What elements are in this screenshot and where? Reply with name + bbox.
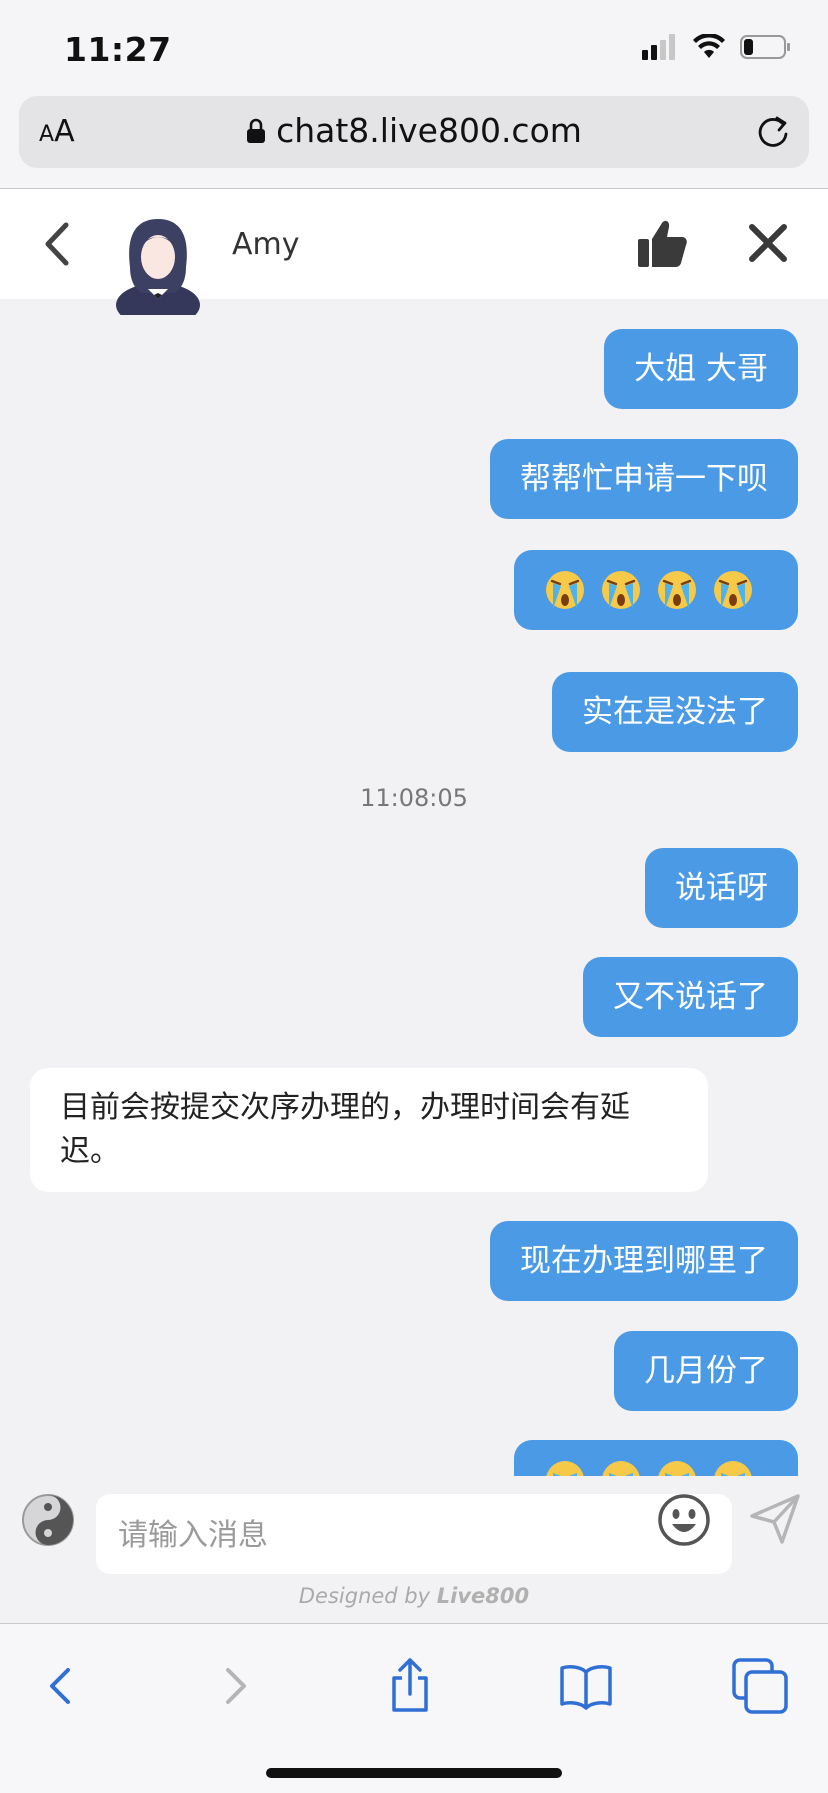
emoji-picker-icon[interactable]: [656, 1492, 712, 1548]
status-bar: 11:27: [0, 0, 828, 95]
message-bubble-user: 大姐 大哥: [604, 329, 798, 409]
browser-toolbar: [0, 1623, 828, 1793]
crying-face-icon: [714, 1461, 752, 1476]
browser-address-area: AA chat8.live800.com: [0, 88, 828, 189]
message-bubble-user: 几月份了: [614, 1331, 798, 1411]
crying-face-icon: [546, 571, 584, 609]
cellular-signal-icon: [642, 34, 675, 60]
send-icon[interactable]: [748, 1492, 802, 1546]
crying-face-icon: [714, 571, 752, 609]
message-bubble-user: [514, 550, 798, 630]
reload-icon[interactable]: [753, 112, 793, 152]
message-bubble-user: 帮帮忙申请一下呗: [490, 439, 798, 519]
crying-face-icon: [602, 571, 640, 609]
message-input[interactable]: [116, 1506, 640, 1564]
crying-face-icon: [602, 1461, 640, 1476]
crying-face-icon: [546, 1461, 584, 1476]
message-composer: Designed by Live800: [0, 1476, 828, 1622]
address-bar[interactable]: AA chat8.live800.com: [19, 96, 809, 168]
status-time: 11:27: [64, 30, 172, 69]
status-icons: [642, 34, 792, 60]
url-display[interactable]: chat8.live800.com: [19, 111, 809, 150]
url-text: chat8.live800.com: [276, 111, 582, 150]
message-bubble-user: 实在是没法了: [552, 672, 798, 752]
tabs-icon[interactable]: [728, 1654, 792, 1718]
chat-message-list[interactable]: 大姐 大哥 帮帮忙申请一下呗 实在是没法了 11:08:05 说话呀 又不说话了…: [0, 300, 828, 1476]
theme-toggle-icon[interactable]: [20, 1492, 76, 1548]
message-bubble-user: [514, 1440, 798, 1476]
message-bubble-user: 说话呀: [645, 848, 798, 928]
message-bubble-user: 现在办理到哪里了: [490, 1221, 798, 1301]
message-bubble-agent: 目前会按提交次序办理的，办理时间会有延迟。: [30, 1068, 708, 1192]
crying-face-icon: [658, 1461, 696, 1476]
share-icon[interactable]: [378, 1654, 442, 1718]
thumbs-up-icon[interactable]: [636, 219, 688, 269]
close-icon[interactable]: [744, 219, 792, 267]
battery-icon: [740, 35, 790, 59]
wifi-icon: [693, 34, 725, 58]
live800-brand: Live800: [436, 1584, 530, 1608]
message-input-box[interactable]: [96, 1494, 732, 1574]
browser-back-icon[interactable]: [30, 1654, 94, 1718]
home-indicator[interactable]: [266, 1768, 562, 1778]
message-bubble-user: 又不说话了: [583, 957, 798, 1037]
agent-name: Amy: [232, 227, 300, 262]
back-arrow-icon[interactable]: [36, 217, 80, 271]
message-timestamp: 11:08:05: [360, 784, 468, 812]
designed-by-credit: Designed by Live800: [298, 1584, 530, 1608]
chat-header: Amy: [0, 189, 828, 315]
lock-icon: [247, 118, 266, 143]
browser-forward-icon[interactable]: [202, 1654, 266, 1718]
bookmarks-icon[interactable]: [554, 1654, 618, 1718]
crying-face-icon: [658, 571, 696, 609]
